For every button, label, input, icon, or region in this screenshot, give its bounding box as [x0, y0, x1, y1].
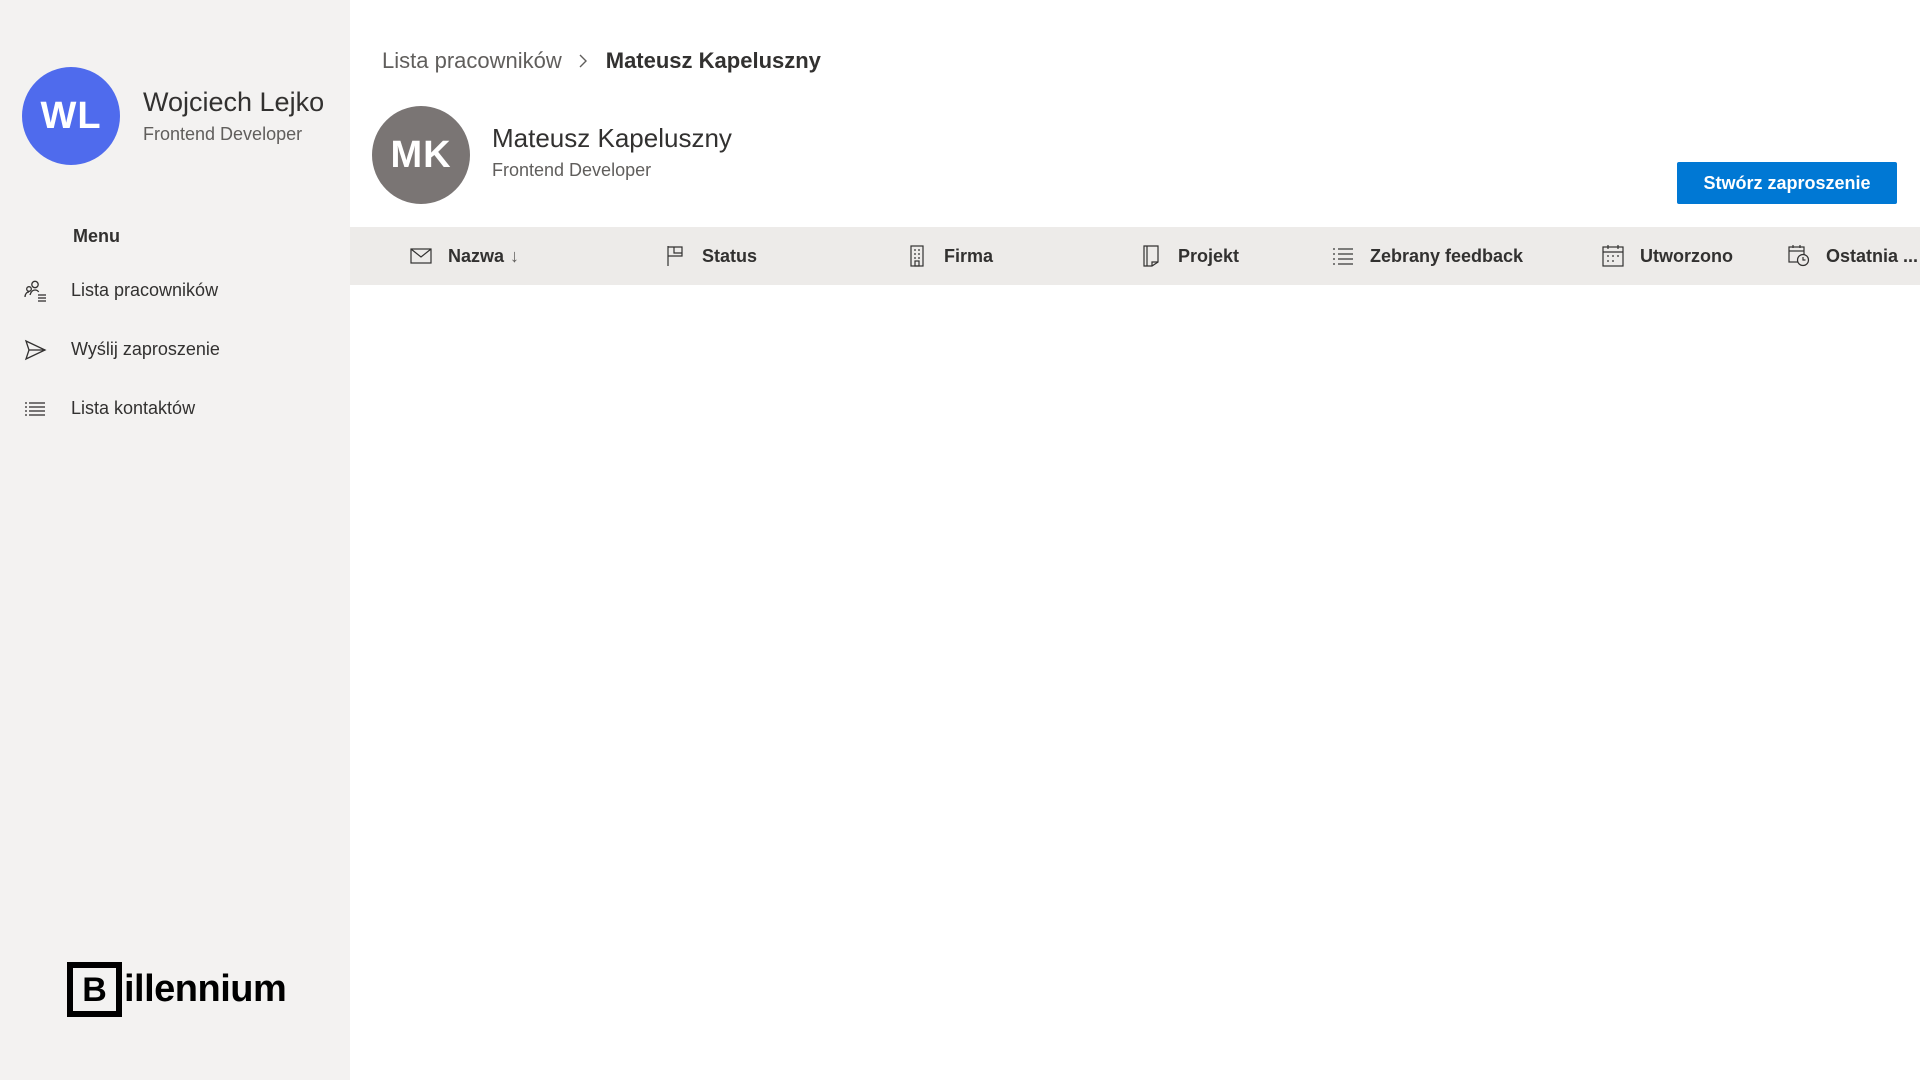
- column-label: Nazwa: [448, 245, 505, 266]
- avatar: MK: [372, 106, 470, 204]
- sidebar-item-label: Lista pracowników: [71, 280, 219, 300]
- menu-title: Menu: [73, 226, 120, 246]
- create-invitation-button[interactable]: Stwórz zaproszenie: [1677, 162, 1897, 204]
- avatar: WL: [22, 67, 120, 165]
- table-header: Nazwa ↓ Status Firma Projekt Zebrany fee…: [350, 227, 1920, 285]
- sidebar-item-wyslij-zaproszenie[interactable]: Wyślij zaproszenie: [0, 320, 350, 379]
- column-label: Firma: [944, 245, 994, 266]
- user-info: Wojciech Lejko Frontend Developer: [143, 85, 324, 147]
- logo-mark-letter: B: [82, 970, 107, 1009]
- sidebar-item-lista-kontaktow[interactable]: Lista kontaktów: [0, 379, 350, 438]
- breadcrumb-parent-link[interactable]: Lista pracowników: [382, 48, 562, 74]
- current-user-card: WL Wojciech Lejko Frontend Developer: [22, 67, 324, 165]
- sidebar-nav: Lista pracowników Wyślij zaproszenie Lis…: [0, 261, 350, 438]
- breadcrumb-current: Mateusz Kapeluszny: [605, 48, 821, 73]
- column-header-projekt[interactable]: Projekt: [1140, 227, 1239, 285]
- column-label: Zebrany feedback: [1370, 245, 1524, 266]
- persona-info: Mateusz Kapeluszny Frontend Developer: [492, 121, 732, 183]
- user-name: Wojciech Lejko: [143, 87, 325, 117]
- column-label: Utworzono: [1640, 245, 1733, 266]
- column-header-status[interactable]: Status: [664, 227, 757, 285]
- bulleted-list-icon: [22, 396, 47, 421]
- chevron-right-icon: [576, 53, 592, 69]
- calendar-icon: [1602, 245, 1624, 267]
- building-icon: [906, 245, 928, 267]
- column-label: Ostatnia ...: [1826, 245, 1919, 266]
- column-label: Status: [702, 245, 758, 266]
- app-root: WL Wojciech Lejko Frontend Developer Men…: [0, 0, 1920, 1080]
- checklist-icon: [1332, 245, 1354, 267]
- mail-icon: [410, 245, 432, 267]
- sidebar-item-label: Lista kontaktów: [71, 398, 196, 418]
- logo-text: illennium: [124, 968, 287, 1010]
- breadcrumb: Lista pracowników Mateusz Kapeluszny: [382, 44, 821, 78]
- column-header-utworzono[interactable]: Utworzono: [1602, 227, 1733, 285]
- avatar-initials: MK: [390, 133, 452, 176]
- column-header-firma[interactable]: Firma: [906, 227, 993, 285]
- send-icon: [22, 337, 47, 362]
- logo-mark: B: [67, 962, 122, 1017]
- main-content: Lista pracowników Mateusz Kapeluszny MK …: [350, 0, 1920, 1080]
- column-header-ostatnia[interactable]: Ostatnia ...: [1788, 227, 1918, 285]
- column-header-zebrany-feedback[interactable]: Zebrany feedback: [1332, 227, 1523, 285]
- column-header-nazwa[interactable]: Nazwa ↓: [410, 227, 519, 285]
- sidebar: WL Wojciech Lejko Frontend Developer Men…: [0, 0, 350, 1080]
- flag-icon: [664, 245, 686, 267]
- billennium-logo: B illennium: [67, 962, 287, 1017]
- user-role: Frontend Developer: [143, 124, 303, 144]
- avatar-initials: WL: [40, 94, 102, 137]
- people-list-icon: [22, 278, 47, 303]
- document-icon: [1140, 245, 1162, 267]
- sidebar-item-label: Wyślij zaproszenie: [71, 339, 220, 359]
- sidebar-item-lista-pracownikow[interactable]: Lista pracowników: [0, 261, 350, 320]
- persona-name: Mateusz Kapeluszny: [492, 123, 732, 153]
- column-label: Projekt: [1178, 245, 1240, 266]
- calendar-clock-icon: [1788, 245, 1810, 267]
- sort-descending-icon: ↓: [510, 245, 520, 266]
- employee-persona: MK Mateusz Kapeluszny Frontend Developer: [372, 106, 732, 204]
- persona-role: Frontend Developer: [492, 160, 652, 180]
